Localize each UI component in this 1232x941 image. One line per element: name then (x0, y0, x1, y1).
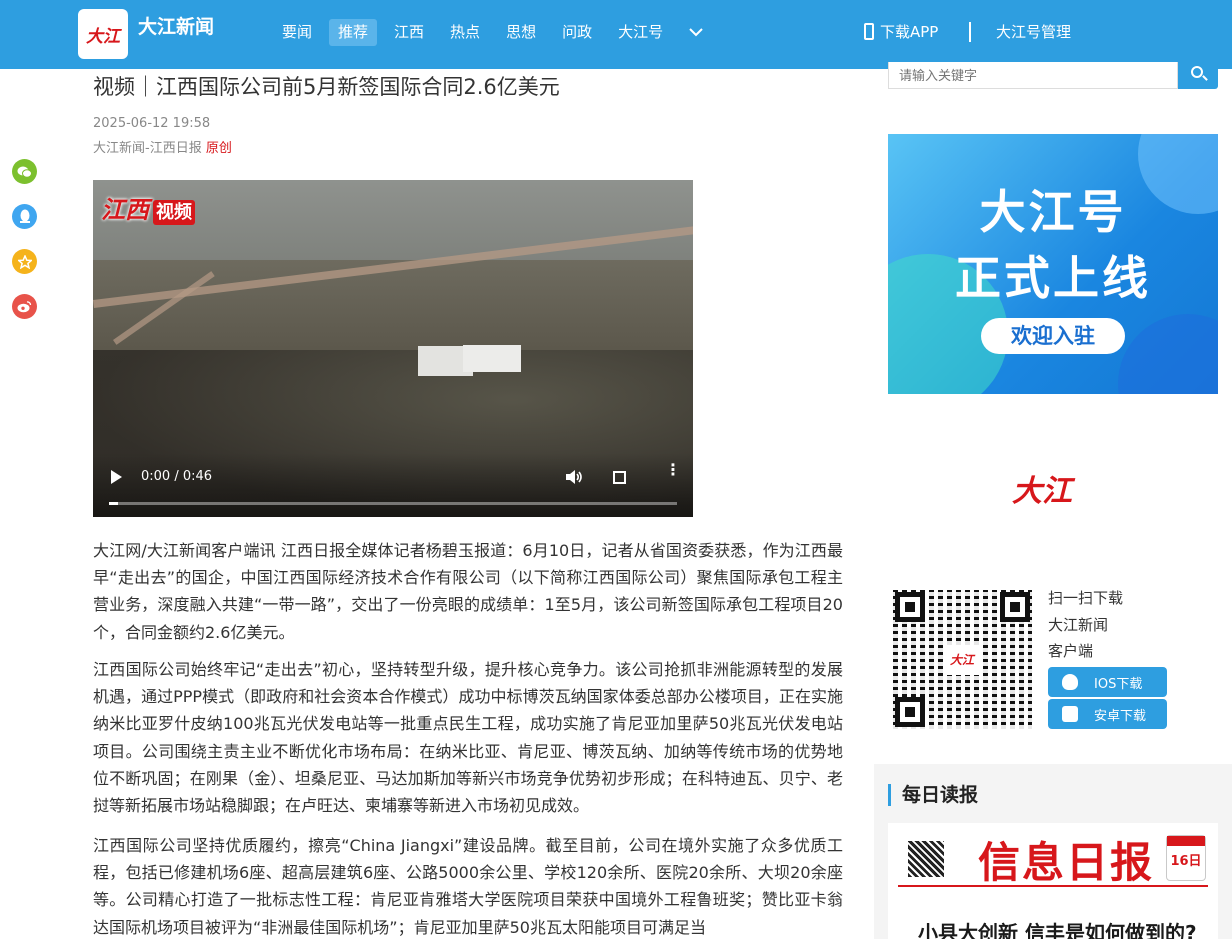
watermark-brand: 江西 (101, 195, 149, 224)
search-button[interactable] (1178, 62, 1218, 89)
dajianghao-manage-link[interactable]: 大江号管理 (996, 21, 1071, 42)
ios-download-button[interactable]: IOS下载 (1048, 667, 1167, 697)
qr-caption: 客户端 (1048, 642, 1094, 660)
watermark-tag: 视频 (153, 200, 195, 225)
main-nav: 要闻 推荐 江西 热点 思想 问政 大江号 (273, 19, 712, 46)
newspaper-headline: 小县大创新 信丰是如何做到的? (918, 921, 1197, 939)
daily-reading-title: 每日读报 (888, 784, 978, 806)
banner-line-1: 大江号 (979, 185, 1127, 239)
nav-item-sixiang[interactable]: 思想 (497, 19, 545, 46)
nav-item-dajianghao[interactable]: 大江号 (609, 19, 672, 46)
chevron-down-icon[interactable] (680, 19, 712, 46)
article-source: 大江新闻-江西日报 原创 (93, 137, 232, 156)
download-app-label: 下载APP (880, 23, 939, 41)
apple-icon (1062, 674, 1078, 690)
nav-item-tuijian[interactable]: 推荐 (329, 19, 378, 46)
play-icon[interactable] (111, 470, 122, 484)
qr-caption: 扫一扫下载 (1048, 589, 1124, 607)
article-paragraph: 江西国际公司始终牢记“走出去”初心，坚持转型升级，提升核心竞争力。该公司抢抓非洲… (93, 660, 843, 816)
qr-caption: 大江新闻 (1048, 616, 1109, 634)
newspaper-date: 16日 (1170, 854, 1202, 869)
article-paragraph: 大江网/大江新闻客户端讯 江西日报全媒体记者杨碧玉报道：6月10日，记者从省国资… (93, 541, 843, 642)
newspaper-qr (908, 841, 944, 877)
ios-download-label: IOS下载 (1094, 676, 1143, 692)
qq-icon[interactable] (12, 204, 37, 229)
newspaper-masthead: 信息日报 (978, 838, 1155, 887)
video-frame-building (463, 345, 521, 372)
top-header: 大江 大江新闻 要闻 推荐 江西 热点 思想 问政 大江号 下载APP 大江号管… (0, 0, 1232, 69)
nav-item-yaowen[interactable]: 要闻 (273, 19, 321, 46)
video-watermark: 江西 视频 (101, 190, 195, 225)
video-controls: 0:00 / 0:46 ⋮ (93, 453, 693, 517)
android-download-button[interactable]: 安卓下载 (1048, 699, 1167, 729)
newspaper-thumbnail[interactable]: 信息日报 16日 小县大创新 信丰是如何做到的? (888, 823, 1218, 939)
qr-logo: 大江 (945, 645, 979, 675)
phone-icon (864, 23, 874, 40)
search-box (888, 62, 1218, 89)
download-app-link[interactable]: 下载APP (864, 21, 938, 42)
android-download-label: 安卓下载 (1094, 708, 1147, 724)
video-progress-bar[interactable] (109, 502, 677, 505)
weibo-icon[interactable] (12, 294, 37, 319)
dajiang-logo: 大江 (1012, 474, 1072, 509)
wechat-icon[interactable] (12, 159, 37, 184)
volume-icon[interactable] (565, 469, 583, 489)
fullscreen-icon[interactable] (613, 471, 626, 484)
dajianghao-banner[interactable]: 大江号 正式上线 欢迎入驻 (888, 134, 1218, 394)
more-options-icon[interactable]: ⋮ (665, 462, 681, 478)
calendar-icon: 16日 (1166, 835, 1206, 881)
nav-item-jiangxi[interactable]: 江西 (385, 19, 433, 46)
video-progress-fill (109, 502, 118, 505)
source-name: 大江新闻-江西日报 (93, 141, 202, 156)
android-icon (1062, 706, 1078, 722)
site-logo[interactable]: 大江 (78, 9, 128, 59)
article-title: 视频｜江西国际公司前5月新签国际合同2.6亿美元 (93, 75, 560, 99)
video-time: 0:00 / 0:46 (141, 469, 213, 484)
search-input[interactable] (888, 62, 1178, 89)
original-tag: 原创 (205, 141, 232, 156)
banner-line-2: 正式上线 (955, 251, 1151, 305)
header-divider (969, 22, 971, 42)
site-name[interactable]: 大江新闻 (138, 12, 214, 39)
nav-item-wenzheng[interactable]: 问政 (553, 19, 601, 46)
article-paragraph: 江西国际公司坚持优质履约，擦亮“China Jiangxi”建设品牌。截至目前，… (93, 836, 843, 937)
qzone-icon[interactable] (12, 249, 37, 274)
publish-date: 2025-06-12 19:58 (93, 116, 211, 131)
banner-join-button[interactable]: 欢迎入驻 (981, 318, 1125, 354)
nav-item-redian[interactable]: 热点 (441, 19, 489, 46)
video-player[interactable]: 江西 视频 0:00 / 0:46 ⋮ (93, 180, 693, 517)
